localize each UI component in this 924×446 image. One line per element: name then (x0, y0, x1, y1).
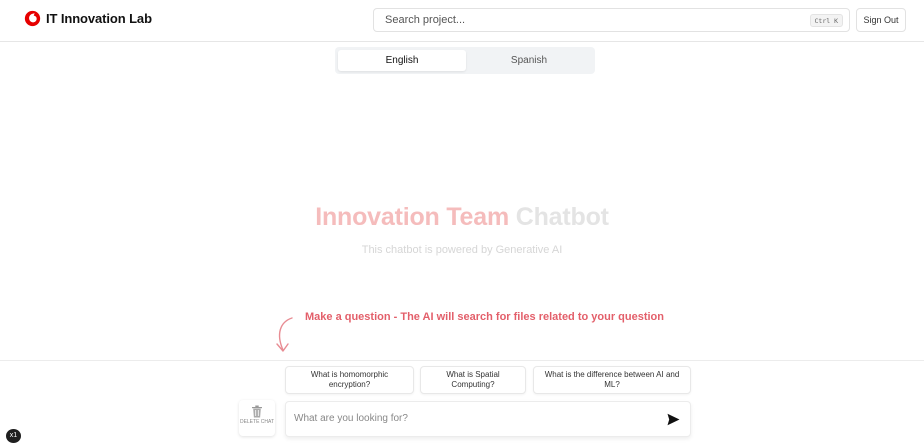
suggestion-homomorphic-encryption[interactable]: What is homomorphic encryption? (285, 366, 414, 394)
divider (0, 360, 924, 361)
suggestion-ai-vs-ml[interactable]: What is the difference between AI and ML… (533, 366, 691, 394)
send-icon[interactable] (667, 413, 680, 426)
hero-title-part2: Chatbot (515, 203, 609, 231)
brand-name: IT Innovation Lab (46, 11, 152, 26)
search-shortcut-badge: Ctrl K (809, 14, 843, 27)
hero-title: Innovation Team Chatbot (0, 203, 924, 232)
tab-spanish[interactable]: Spanish (466, 50, 592, 71)
chat-input[interactable]: What are you looking for? (285, 401, 691, 437)
delete-chat-label: DELETE CHAT (239, 419, 275, 425)
delete-chat-button[interactable]: DELETE CHAT (239, 400, 275, 436)
curved-arrow-down-icon (276, 317, 293, 352)
sign-out-button[interactable]: Sign Out (856, 8, 906, 32)
trash-icon (252, 405, 262, 418)
chat-input-placeholder: What are you looking for? (294, 413, 408, 424)
tab-english[interactable]: English (338, 50, 466, 71)
corner-badge[interactable]: x1 (6, 429, 21, 443)
vodafone-logo-icon (24, 10, 41, 27)
hint-text: Make a question - The AI will search for… (305, 311, 664, 323)
brand[interactable]: IT Innovation Lab (24, 10, 152, 27)
hero-title-part1: Innovation Team (315, 203, 509, 231)
language-tabs: English Spanish (335, 47, 595, 74)
hero-subtitle: This chatbot is powered by Generative AI (361, 244, 563, 256)
suggestion-spatial-computing[interactable]: What is Spatial Computing? (420, 366, 526, 394)
search-input[interactable]: Search project... Ctrl K (373, 8, 850, 32)
top-bar: IT Innovation Lab Search project... Ctrl… (0, 0, 924, 42)
search-placeholder: Search project... (385, 14, 466, 26)
